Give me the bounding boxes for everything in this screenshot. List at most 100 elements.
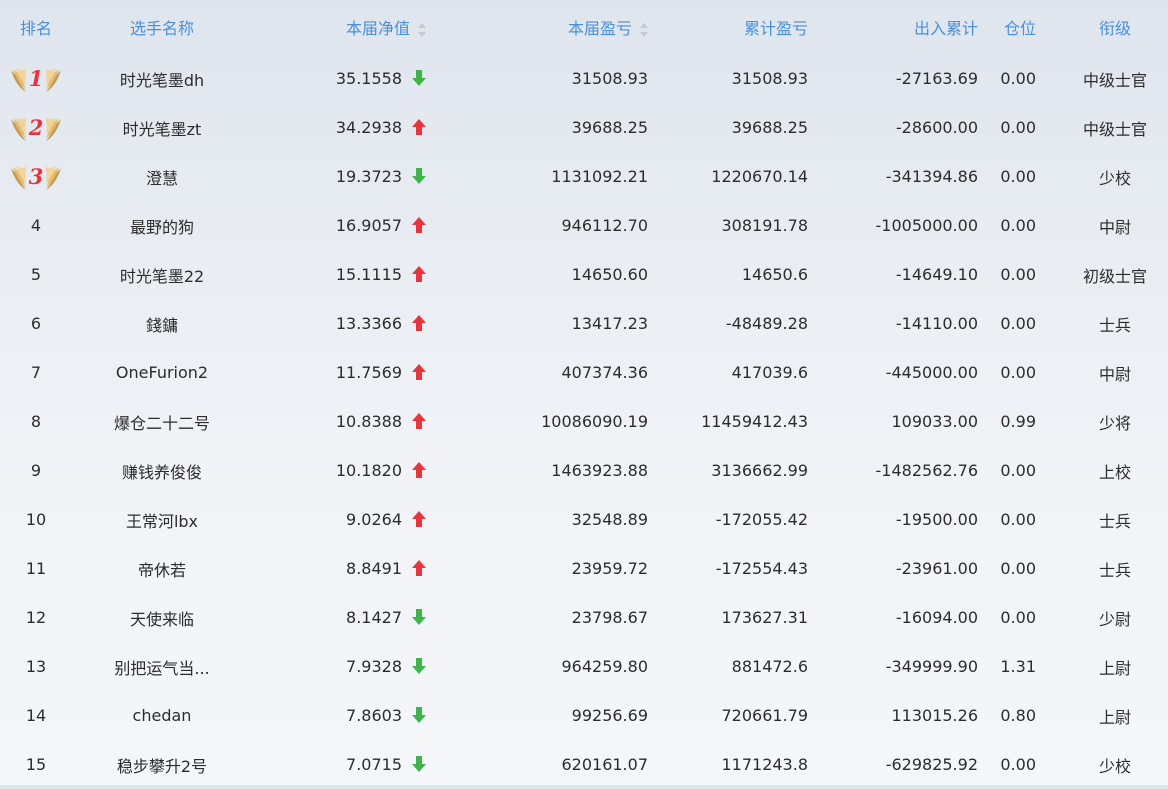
cell-player-name[interactable]: 赚钱养俊俊 <box>72 446 252 495</box>
cell-position: 0.00 <box>1000 69 1036 88</box>
cell-position: 0.00 <box>1000 167 1036 186</box>
cell-player-name[interactable]: 錢鏞 <box>72 299 252 348</box>
col-header-name: 选手名称 <box>129 19 194 38</box>
cell-nav: 13.3366 <box>252 299 476 348</box>
cell-position: 0.00 <box>1000 559 1036 578</box>
table-row[interactable]: 10 王常河lbx 9.0264 32548.89 -172055.42 -19… <box>0 495 1168 544</box>
table-row[interactable]: 11 帝休若 8.8491 23959.72 -172554.43 -23961… <box>0 544 1168 593</box>
cell-rank: 10 <box>0 495 72 544</box>
nav-value: 8.8491 <box>346 559 402 578</box>
cell-player-name[interactable]: 时光笔墨dh <box>72 54 252 103</box>
cell-player-name[interactable]: OneFurion2 <box>72 348 252 397</box>
cell-title: 少校 <box>1098 756 1131 776</box>
trend-up-icon <box>412 364 426 380</box>
cell-flow: -341394.86 <box>885 167 978 186</box>
cell-position: 0.00 <box>1000 510 1036 529</box>
cell-rank: 15 <box>0 740 72 789</box>
table-row[interactable]: 6 錢鏞 13.3366 13417.23 -48489.28 -14110.0… <box>0 299 1168 348</box>
cell-position: 0.00 <box>1000 118 1036 137</box>
cell-flow: 109033.00 <box>891 412 978 431</box>
cell-cum-pnl: 1171243.8 <box>721 755 808 774</box>
trend-down-icon <box>412 756 426 772</box>
nav-value: 16.9057 <box>335 216 402 235</box>
table-row[interactable]: 12 天使来临 8.1427 23798.67 173627.31 -16094… <box>0 593 1168 642</box>
cell-nav: 35.1558 <box>252 54 476 103</box>
cell-player-name[interactable]: chedan <box>72 691 252 740</box>
cell-rank: 12 <box>0 593 72 642</box>
cell-pnl: 1131092.21 <box>551 167 648 186</box>
cell-title: 少将 <box>1098 413 1131 433</box>
cell-player-name[interactable]: 帝休若 <box>72 544 252 593</box>
rank-number: 7 <box>30 363 42 382</box>
cell-title: 少尉 <box>1098 609 1131 629</box>
cell-nav: 10.1820 <box>252 446 476 495</box>
table-row[interactable]: 8 爆仓二十二号 10.8388 10086090.19 11459412.43… <box>0 397 1168 446</box>
cell-cum-pnl: 3136662.99 <box>711 461 808 480</box>
rank-number: 1 <box>29 66 44 91</box>
cell-position: 0.00 <box>1000 755 1036 774</box>
rank-number: 11 <box>25 559 47 578</box>
cell-cum-pnl: 39688.25 <box>731 118 808 137</box>
cell-pnl: 1463923.88 <box>551 461 648 480</box>
nav-value: 7.8603 <box>346 706 402 725</box>
cell-player-name[interactable]: 时光笔墨zt <box>72 103 252 152</box>
cell-rank: 14 <box>0 691 72 740</box>
rank-number: 10 <box>25 510 47 529</box>
cell-player-name[interactable]: 别把运气当... <box>72 642 252 691</box>
nav-value: 10.8388 <box>335 412 402 431</box>
col-header-nav[interactable]: 本届净值 <box>252 0 476 54</box>
table-row[interactable]: 3 澄慧 19.3723 1131092.21 1220670.14 -3413… <box>0 152 1168 201</box>
nav-value: 15.1115 <box>335 265 402 284</box>
medal-icon: 3 <box>11 164 61 190</box>
table-row[interactable]: 7 OneFurion2 11.7569 407374.36 417039.6 … <box>0 348 1168 397</box>
table-row[interactable]: 2 时光笔墨zt 34.2938 39688.25 39688.25 -2860… <box>0 103 1168 152</box>
cell-position: 0.00 <box>1000 265 1036 284</box>
cell-flow: -16094.00 <box>895 608 978 627</box>
cell-player-name[interactable]: 王常河lbx <box>72 495 252 544</box>
cell-nav: 19.3723 <box>252 152 476 201</box>
nav-value: 7.9328 <box>346 657 402 676</box>
cell-flow: -1482562.76 <box>875 461 978 480</box>
table-row[interactable]: 9 赚钱养俊俊 10.1820 1463923.88 3136662.99 -1… <box>0 446 1168 495</box>
cell-nav: 7.0715 <box>252 740 476 789</box>
cell-pnl: 10086090.19 <box>541 412 648 431</box>
cell-player-name[interactable]: 澄慧 <box>72 152 252 201</box>
trend-up-icon <box>412 511 426 527</box>
sort-icon[interactable] <box>640 22 648 37</box>
rank-number: 12 <box>25 608 47 627</box>
col-header-rank[interactable]: 排名 <box>0 0 72 54</box>
cell-pnl: 407374.36 <box>561 363 648 382</box>
cell-rank: 6 <box>0 299 72 348</box>
cell-title: 士兵 <box>1098 511 1131 531</box>
cell-player-name[interactable]: 天使来临 <box>72 593 252 642</box>
table-row[interactable]: 1 时光笔墨dh 35.1558 31508.93 31508.93 -2716… <box>0 54 1168 103</box>
cell-nav: 8.1427 <box>252 593 476 642</box>
cell-nav: 8.8491 <box>252 544 476 593</box>
cell-flow: -349999.90 <box>885 657 978 676</box>
col-header-position: 仓位 <box>1003 19 1036 38</box>
cell-player-name[interactable]: 爆仓二十二号 <box>72 397 252 446</box>
cell-title: 上校 <box>1098 462 1131 482</box>
col-header-pnl[interactable]: 本届盈亏 <box>476 0 648 54</box>
table-row[interactable]: 15 稳步攀升2号 7.0715 620161.07 1171243.8 -62… <box>0 740 1168 789</box>
cell-cum-pnl: -172055.42 <box>715 510 808 529</box>
trend-down-icon <box>412 70 426 86</box>
cell-rank: 2 <box>0 103 72 152</box>
cell-pnl: 39688.25 <box>571 118 648 137</box>
cell-cum-pnl: -48489.28 <box>725 314 808 333</box>
cell-player-name[interactable]: 时光笔墨22 <box>72 250 252 299</box>
cell-player-name[interactable]: 稳步攀升2号 <box>72 740 252 789</box>
table-row[interactable]: 5 时光笔墨22 15.1115 14650.60 14650.6 -14649… <box>0 250 1168 299</box>
table-row[interactable]: 14 chedan 7.8603 99256.69 720661.79 1130… <box>0 691 1168 740</box>
table-row[interactable]: 4 最野的狗 16.9057 946112.70 308191.78 -1005… <box>0 201 1168 250</box>
rank-number: 9 <box>30 461 42 480</box>
cell-cum-pnl: 308191.78 <box>721 216 808 235</box>
cell-position: 0.99 <box>1000 412 1036 431</box>
cell-player-name[interactable]: 最野的狗 <box>72 201 252 250</box>
cell-title: 中尉 <box>1098 217 1131 237</box>
table-row[interactable]: 13 别把运气当... 7.9328 964259.80 881472.6 -3… <box>0 642 1168 691</box>
cell-title: 士兵 <box>1098 560 1131 580</box>
nav-value: 35.1558 <box>335 69 402 88</box>
cell-rank: 8 <box>0 397 72 446</box>
sort-icon[interactable] <box>418 22 426 37</box>
